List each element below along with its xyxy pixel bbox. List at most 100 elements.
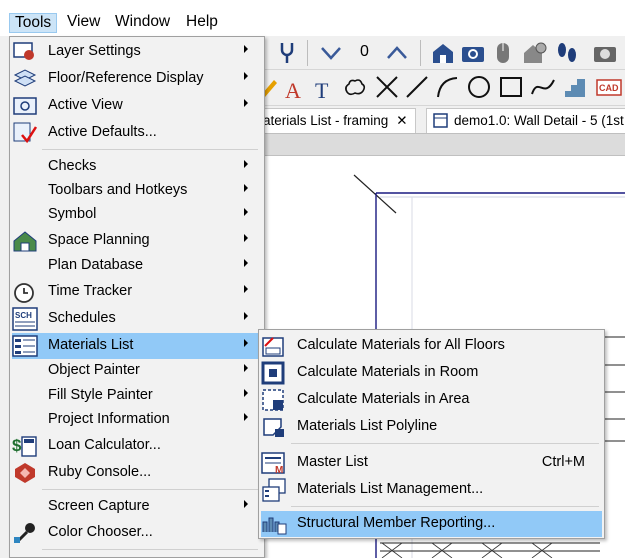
menu-separator (291, 506, 599, 507)
svg-text:T: T (315, 78, 329, 102)
menu-item-time-tracker[interactable]: Time Tracker (12, 279, 262, 305)
submenu-arrow-icon (244, 160, 248, 168)
circle-icon[interactable] (466, 74, 492, 100)
toolbar-drawing: A T CAD (262, 70, 625, 106)
submenu-arrow-icon (244, 184, 248, 192)
house-gear-icon[interactable] (522, 40, 548, 66)
space-planning-icon (13, 231, 37, 252)
ruby-console-icon (15, 463, 35, 483)
submenu-arrow-icon (244, 99, 248, 107)
menu-item-schedules[interactable]: SCH Schedules (12, 306, 262, 332)
menu-item-loan-calculator[interactable]: $ Loan Calculator... (12, 433, 262, 459)
mouse-icon[interactable] (490, 40, 516, 66)
materials-list-icon (12, 335, 38, 357)
toolbar-top: 0 (262, 36, 625, 70)
camera-gray-icon[interactable] (592, 40, 618, 66)
spline-icon[interactable] (530, 74, 556, 100)
menu-window[interactable]: Window (110, 13, 175, 33)
menu-view[interactable]: View (62, 13, 105, 33)
line-icon[interactable] (404, 74, 430, 100)
svg-text:A: A (285, 78, 301, 102)
arc-icon[interactable] (434, 74, 460, 100)
submenu-item-calc-all-floors[interactable]: Calculate Materials for All Floors (261, 333, 602, 359)
submenu-arrow-icon (244, 413, 248, 421)
svg-text:M: M (275, 465, 283, 475)
menu-item-layer-settings[interactable]: Layer Settings (12, 39, 262, 65)
cross-icon[interactable] (374, 74, 400, 100)
submenu-arrow-icon (244, 500, 248, 508)
materials-management-icon (262, 478, 286, 502)
submenu-item-materials-polyline[interactable]: Materials List Polyline (261, 414, 602, 440)
submenu-item-master-list[interactable]: M Master List Ctrl+M (261, 450, 602, 476)
color-chooser-icon (14, 523, 35, 544)
chevron-down-icon[interactable] (318, 40, 344, 66)
chevron-up-icon[interactable] (384, 40, 410, 66)
menu-item-checks[interactable]: Checks (12, 154, 262, 180)
submenu-arrow-icon (244, 45, 248, 53)
materials-polyline-icon (263, 418, 284, 437)
menu-item-object-painter[interactable]: Object Painter (12, 358, 262, 384)
close-icon[interactable]: ✕ (396, 113, 407, 128)
submenu-item-materials-management[interactable]: Materials List Management... (261, 477, 602, 503)
calc-room-icon (261, 361, 285, 385)
floor-counter: 0 (360, 43, 369, 60)
svg-text:SCH: SCH (15, 311, 32, 320)
schedules-icon: SCH (12, 307, 38, 331)
floor-reference-icon (13, 69, 37, 87)
submenu-arrow-icon (244, 234, 248, 242)
svg-text:$: $ (12, 436, 22, 455)
footsteps-icon[interactable] (554, 40, 580, 66)
submenu-arrow-icon (244, 312, 248, 320)
menu-separator (42, 149, 258, 150)
menu-item-screen-capture[interactable]: Screen Capture (12, 494, 262, 520)
menu-item-space-planning[interactable]: Space Planning (12, 228, 262, 254)
stairs-icon[interactable] (562, 74, 588, 100)
ruler-strip (262, 134, 625, 156)
house-camera-icon[interactable] (430, 40, 456, 66)
cloud-icon[interactable] (342, 74, 368, 100)
submenu-arrow-icon (244, 364, 248, 372)
cad-icon[interactable]: CAD (596, 74, 622, 100)
menu-item-toolbars-hotkeys[interactable]: Toolbars and Hotkeys (12, 178, 262, 204)
menu-item-symbol[interactable]: Symbol (12, 202, 262, 228)
camera-icon[interactable] (460, 40, 486, 66)
menu-item-materials-list[interactable]: Materials List (12, 333, 262, 359)
submenu-arrow-icon (244, 389, 248, 397)
menu-item-plan-database[interactable]: Plan Database (12, 253, 262, 279)
menu-item-fill-style-painter[interactable]: Fill Style Painter (12, 383, 262, 409)
menu-item-color-chooser[interactable]: Color Chooser... (12, 520, 262, 546)
menu-tools[interactable]: Tools (9, 13, 58, 33)
svg-text:CAD: CAD (599, 83, 619, 93)
submenu-arrow-icon (244, 259, 248, 267)
submenu-item-structural-member-reporting[interactable]: Structural Member Reporting... (261, 511, 602, 537)
document-tabs: aterials List - framing ✕ demo1.0: Wall D… (256, 106, 625, 134)
menu-separator (291, 443, 599, 444)
materials-list-submenu: Calculate Materials for All Floors Calcu… (258, 329, 605, 539)
submenu-item-calc-area[interactable]: Calculate Materials in Area (261, 387, 602, 413)
tab-materials-list-framing[interactable]: aterials List - framing ✕ (256, 108, 416, 133)
menu-item-active-defaults[interactable]: Active Defaults... (12, 120, 262, 146)
tools-menu: Layer Settings Floor/Reference Display A… (9, 36, 265, 558)
menu-help[interactable]: Help (181, 13, 223, 33)
layer-settings-icon (13, 42, 34, 60)
shortcut-ctrl-m: Ctrl+M (541, 454, 585, 470)
loan-calculator-icon: $ (12, 436, 37, 457)
submenu-arrow-icon (244, 208, 248, 216)
submenu-item-calc-room[interactable]: Calculate Materials in Room (261, 360, 602, 386)
text-icon[interactable]: T (312, 76, 338, 102)
rectangle-icon[interactable] (498, 74, 524, 100)
wrench-icon[interactable] (274, 40, 300, 66)
plan-view-icon (433, 113, 448, 128)
structural-reporting-icon (262, 517, 287, 535)
submenu-arrow-icon (244, 285, 248, 293)
menu-item-floor-reference-display[interactable]: Floor/Reference Display (12, 66, 262, 92)
menu-item-ruby-console[interactable]: Ruby Console... (12, 460, 262, 486)
calc-area-icon (262, 389, 284, 411)
master-list-icon: M (261, 452, 285, 475)
text-style-icon[interactable]: A (282, 76, 308, 102)
calc-all-floors-icon (262, 337, 284, 357)
menu-item-active-view[interactable]: Active View (12, 93, 262, 119)
tab-wall-detail[interactable]: demo1.0: Wall Detail - 5 (1st (426, 108, 625, 133)
menu-item-project-information[interactable]: Project Information (12, 407, 262, 433)
active-defaults-icon (13, 122, 38, 144)
